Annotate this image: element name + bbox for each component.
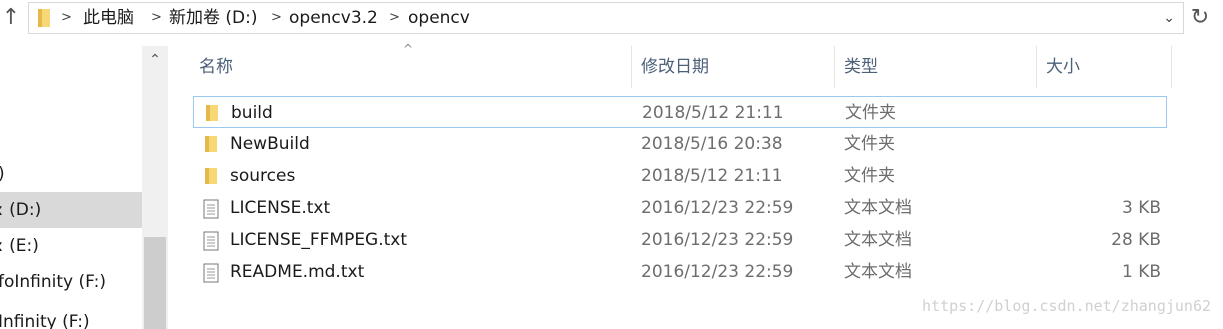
text-file-icon	[203, 263, 219, 283]
sort-caret-icon: ^	[403, 42, 414, 56]
file-name: README.md.txt	[230, 262, 365, 282]
file-type: 文件夹	[845, 103, 896, 123]
list-item[interactable]: NewBuild 2018/5/16 20:38 文件夹	[193, 128, 1167, 160]
list-item[interactable]: build 2018/5/12 21:11 文件夹	[193, 96, 1167, 128]
list-item[interactable]: README.md.txt 2016/12/23 22:59 文本文档 1 KB	[193, 256, 1167, 288]
file-type: 文件夹	[844, 134, 895, 154]
breadcrumb-opencv32[interactable]: opencv3.2	[289, 3, 378, 33]
up-arrow-icon[interactable]: ↑	[0, 3, 22, 33]
column-header-date[interactable]: 修改日期	[641, 46, 709, 88]
breadcrumb-separator[interactable]: >	[61, 3, 72, 33]
chevron-up-icon[interactable]: ⌃	[142, 52, 168, 68]
nav-item-label: foInfinity (F:)	[0, 272, 106, 292]
breadcrumb-separator[interactable]: >	[389, 3, 400, 33]
column-header-size[interactable]: 大小	[1046, 46, 1080, 88]
file-name: sources	[230, 166, 296, 186]
nav-item-label: Infinity (F:)	[0, 312, 90, 329]
breadcrumb-this-pc[interactable]: 此电脑	[83, 3, 134, 33]
nav-item-drive-d[interactable]: ː (D:)	[0, 192, 142, 228]
column-header-type[interactable]: 类型	[844, 46, 878, 88]
watermark: https://blog.csdn.net/zhangjun62	[922, 297, 1211, 315]
file-date: 2016/12/23 22:59	[641, 262, 794, 282]
nav-scrollbar[interactable]: ⌃	[142, 46, 168, 329]
column-divider[interactable]	[834, 46, 835, 88]
column-divider[interactable]	[1036, 46, 1037, 88]
file-date: 2016/12/23 22:59	[641, 230, 794, 250]
nav-item-drive-e[interactable]: ː (E:)	[0, 228, 142, 264]
file-date: 2018/5/16 20:38	[641, 134, 783, 154]
nav-item-label: )	[0, 156, 5, 192]
file-type: 文本文档	[844, 230, 912, 250]
file-name: build	[231, 103, 273, 123]
file-type: 文件夹	[844, 166, 895, 186]
column-header-name[interactable]: 名称	[199, 46, 233, 88]
column-divider[interactable]	[1171, 46, 1172, 88]
folder-icon	[205, 136, 217, 152]
breadcrumb-separator[interactable]: >	[151, 3, 162, 33]
file-size: 28 KB	[1111, 230, 1161, 250]
address-toolbar: ↑ > 此电脑 > 新加卷 (D:) > opencv3.2 > opencv …	[0, 0, 1223, 38]
nav-item[interactable]: )	[0, 156, 142, 192]
file-size: 3 KB	[1121, 198, 1161, 218]
folder-icon	[38, 9, 50, 27]
file-date: 2018/5/12 21:11	[641, 166, 783, 186]
file-name: NewBuild	[230, 134, 310, 154]
file-name: LICENSE.txt	[230, 198, 331, 218]
column-divider[interactable]	[631, 46, 632, 88]
text-file-icon	[203, 199, 219, 219]
folder-icon	[206, 105, 218, 121]
scrollbar-thumb[interactable]	[144, 237, 166, 329]
address-bar[interactable]: > 此电脑 > 新加卷 (D:) > opencv3.2 > opencv ⌄	[28, 2, 1184, 34]
nav-item-label: ː (D:)	[0, 200, 42, 220]
folder-icon	[205, 168, 217, 184]
navigation-pane: ) ː (D:) ː (E:) foInfinity (F:) Infinity…	[0, 46, 142, 329]
breadcrumb-opencv[interactable]: opencv	[408, 3, 470, 33]
list-item[interactable]: LICENSE_FFMPEG.txt 2016/12/23 22:59 文本文档…	[193, 224, 1167, 256]
list-item[interactable]: LICENSE.txt 2016/12/23 22:59 文本文档 3 KB	[193, 192, 1167, 224]
nav-item-label: ː (E:)	[0, 236, 39, 256]
file-date: 2018/5/12 21:11	[642, 103, 784, 123]
list-item[interactable]: sources 2018/5/12 21:11 文件夹	[193, 160, 1167, 192]
text-file-icon	[203, 231, 219, 251]
chevron-down-icon[interactable]: ⌄	[1163, 3, 1175, 33]
file-type: 文本文档	[844, 262, 912, 282]
file-size: 1 KB	[1121, 262, 1161, 282]
breadcrumb-separator[interactable]: >	[271, 3, 282, 33]
file-type: 文本文档	[844, 198, 912, 218]
breadcrumb-drive-d[interactable]: 新加卷 (D:)	[169, 3, 258, 33]
file-date: 2016/12/23 22:59	[641, 198, 794, 218]
list-header: ^ 名称 修改日期 类型 大小	[190, 42, 1223, 88]
refresh-icon[interactable]: ↻	[1184, 2, 1216, 34]
nav-item-drive-f-2[interactable]: Infinity (F:)	[0, 304, 142, 329]
file-name: LICENSE_FFMPEG.txt	[230, 230, 408, 250]
nav-item-drive-f[interactable]: foInfinity (F:)	[0, 264, 142, 300]
